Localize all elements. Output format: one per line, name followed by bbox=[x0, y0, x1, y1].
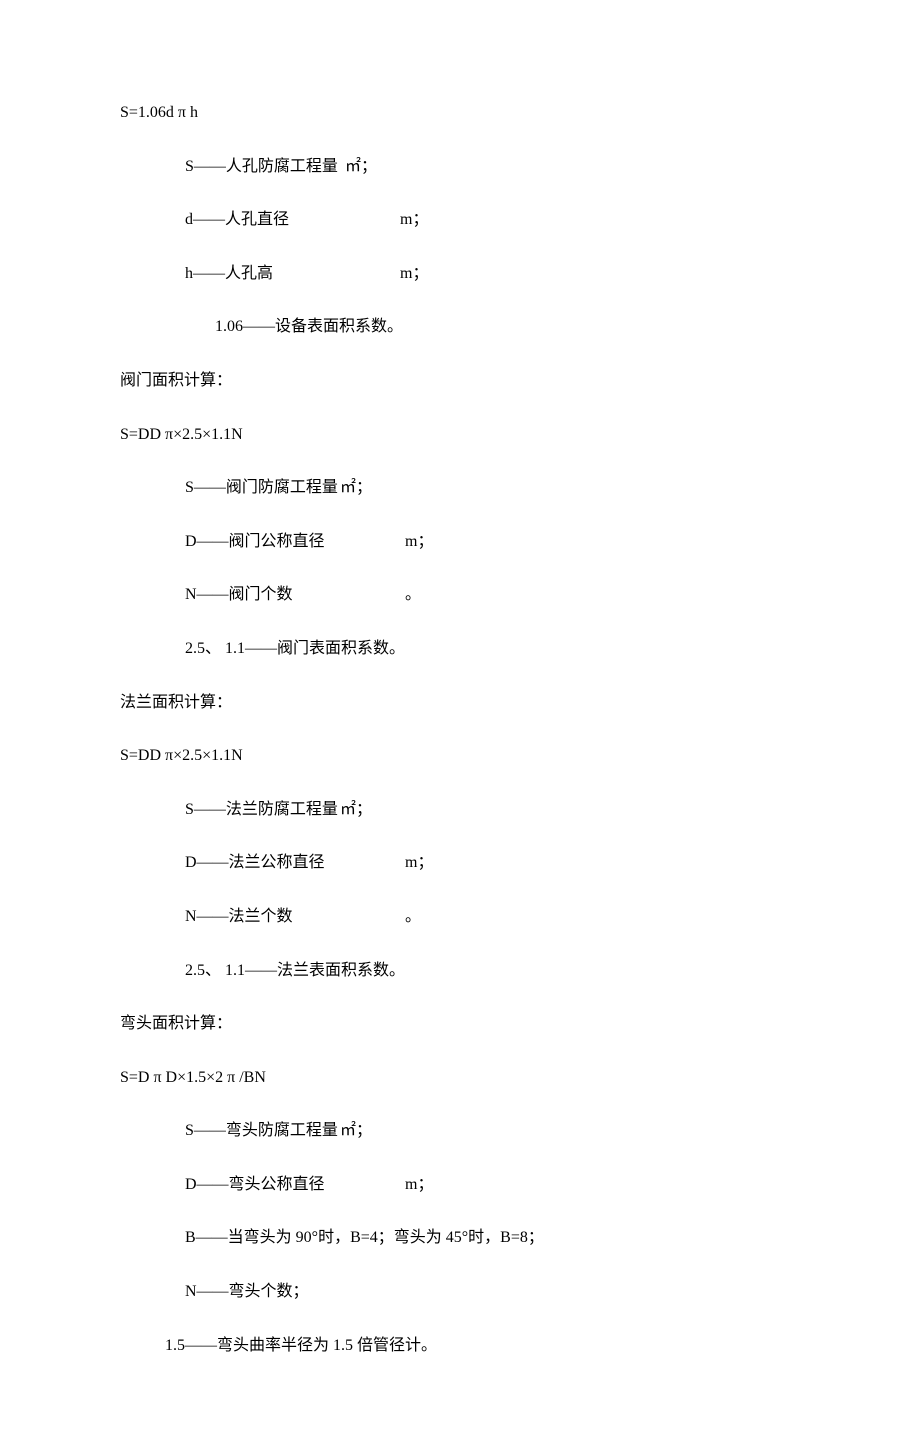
def-unit: ㎡； bbox=[340, 797, 372, 823]
def-unit: 。 bbox=[405, 904, 421, 930]
def-line: S——法兰防腐工程量 ㎡； bbox=[185, 797, 800, 823]
def-line: S——人孔防腐工程量 ㎡； bbox=[185, 154, 800, 180]
def-label: S——阀门防腐工程量 bbox=[185, 475, 340, 501]
def-unit: 。 bbox=[405, 582, 421, 608]
def-unit: ㎡； bbox=[340, 1118, 372, 1144]
def-label: S——弯头防腐工程量 bbox=[185, 1118, 340, 1144]
def-line: B——当弯头为 90°时，B=4；弯头为 45°时，B=8； bbox=[185, 1225, 800, 1251]
def-coefficient: 1.5——弯头曲率半径为 1.5 倍管径计。 bbox=[165, 1333, 800, 1359]
def-coefficient: 2.5、 1.1——阀门表面积系数。 bbox=[185, 636, 800, 662]
def-label: D——弯头公称直径 bbox=[185, 1172, 405, 1198]
section-title-flange: 法兰面积计算： bbox=[120, 690, 800, 716]
def-label: S——人孔防腐工程量 bbox=[185, 154, 345, 180]
def-unit: m； bbox=[400, 261, 428, 287]
def-line: S——弯头防腐工程量 ㎡； bbox=[185, 1118, 800, 1144]
def-coefficient: 2.5、 1.1——法兰表面积系数。 bbox=[185, 958, 800, 984]
def-label: D——阀门公称直径 bbox=[185, 529, 405, 555]
formula-flange: S=DD π×2.5×1.1N bbox=[120, 743, 800, 769]
def-line: N——弯头个数； bbox=[185, 1279, 800, 1305]
section-title-elbow: 弯头面积计算： bbox=[120, 1011, 800, 1037]
def-line: h——人孔高 m； bbox=[185, 261, 800, 287]
section-title-valve: 阀门面积计算： bbox=[120, 368, 800, 394]
def-label: h——人孔高 bbox=[185, 261, 400, 287]
def-label: S——法兰防腐工程量 bbox=[185, 797, 340, 823]
def-label: N——法兰个数 bbox=[185, 904, 405, 930]
def-line: D——法兰公称直径 m； bbox=[185, 850, 800, 876]
def-line: N——法兰个数 。 bbox=[185, 904, 800, 930]
formula-elbow: S=D π D×1.5×2 π /BN bbox=[120, 1065, 800, 1091]
def-label: N——阀门个数 bbox=[185, 582, 405, 608]
def-line: D——弯头公称直径 m； bbox=[185, 1172, 800, 1198]
def-label: d——人孔直径 bbox=[185, 207, 400, 233]
def-line: N——阀门个数 。 bbox=[185, 582, 800, 608]
def-unit: m； bbox=[405, 529, 433, 555]
def-unit: m； bbox=[400, 207, 428, 233]
def-coefficient: 1.06——设备表面积系数。 bbox=[215, 314, 800, 340]
def-line: d——人孔直径 m； bbox=[185, 207, 800, 233]
formula-manhole: S=1.06d π h bbox=[120, 100, 800, 126]
def-label: D——法兰公称直径 bbox=[185, 850, 405, 876]
def-line: S——阀门防腐工程量 ㎡； bbox=[185, 475, 800, 501]
def-unit: ㎡； bbox=[340, 475, 372, 501]
def-unit: ㎡； bbox=[345, 154, 377, 180]
def-unit: m； bbox=[405, 850, 433, 876]
formula-valve: S=DD π×2.5×1.1N bbox=[120, 422, 800, 448]
def-unit: m； bbox=[405, 1172, 433, 1198]
def-line: D——阀门公称直径 m； bbox=[185, 529, 800, 555]
